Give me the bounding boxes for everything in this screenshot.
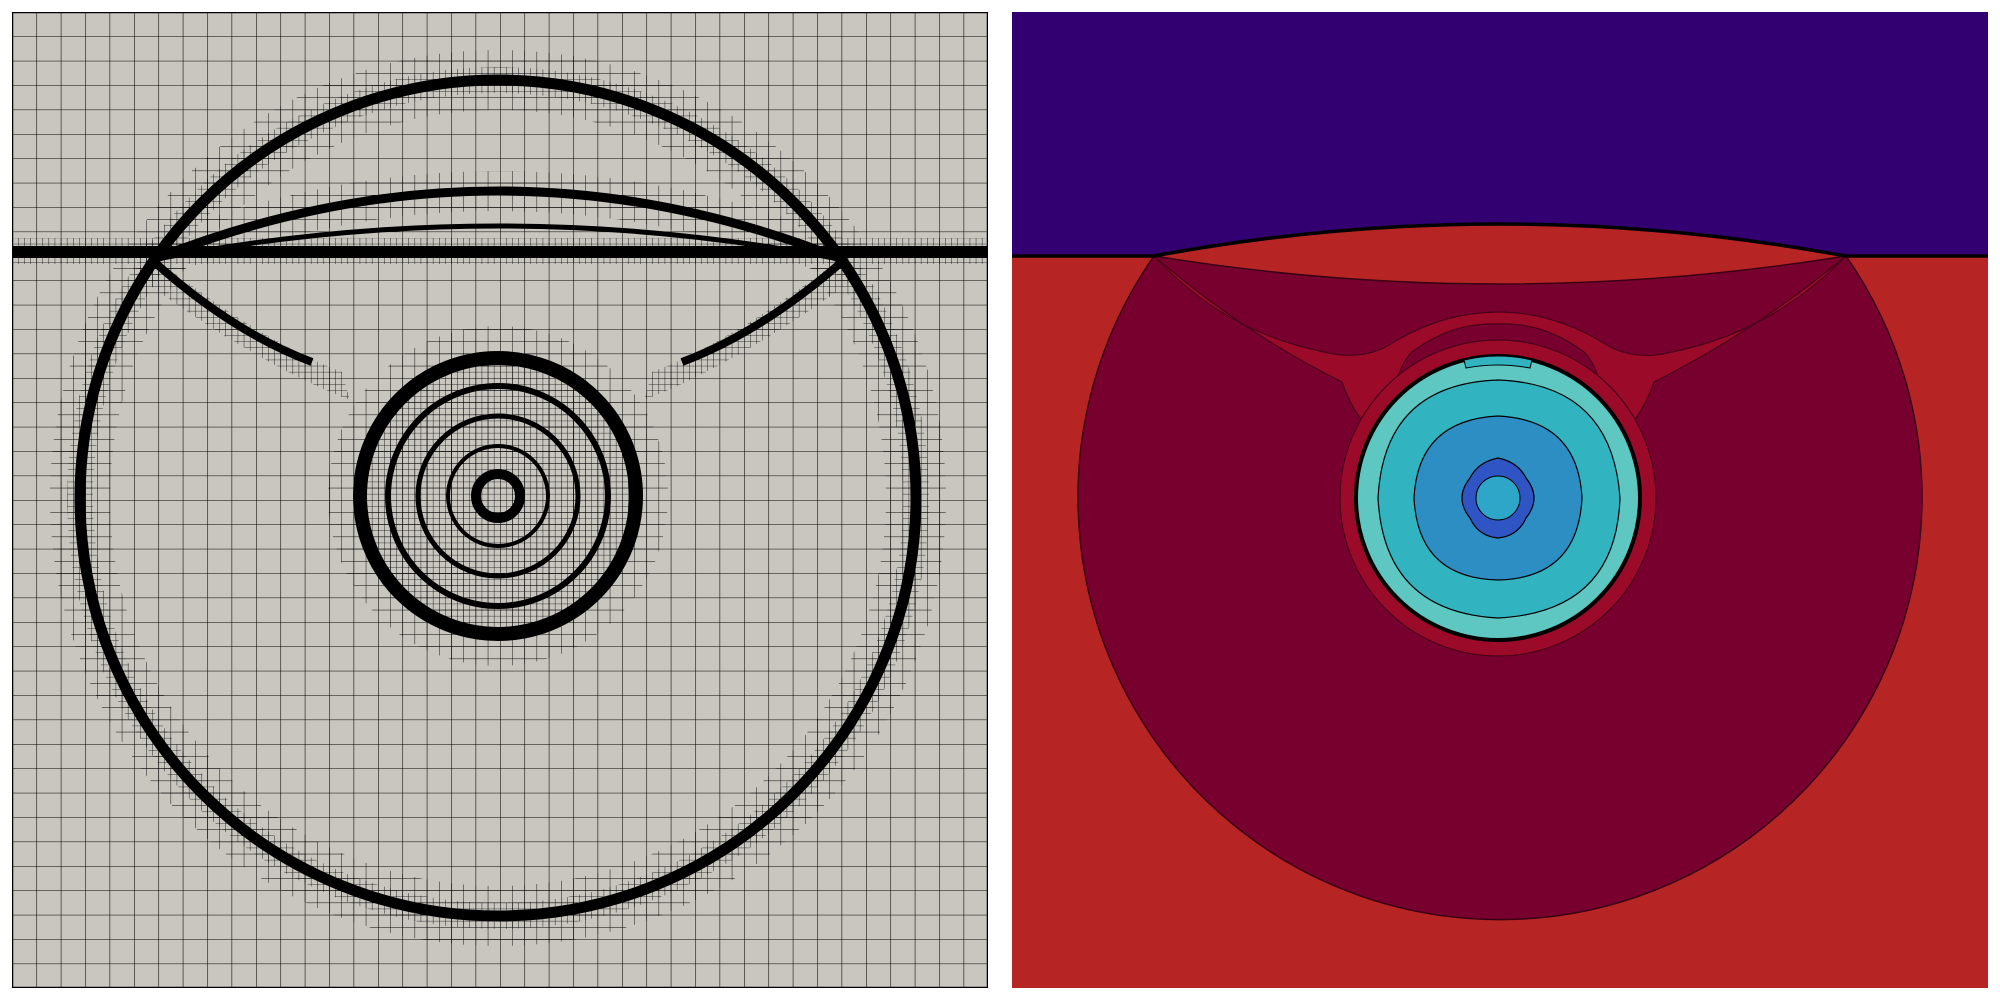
upper-gas-region — [1012, 12, 1988, 256]
bubble-core — [1475, 475, 1521, 521]
adaptive-mesh-panel — [12, 12, 988, 988]
contour-field-canvas — [1012, 12, 1988, 988]
adaptive-mesh-canvas — [12, 12, 988, 988]
contour-field-panel — [1012, 12, 1988, 988]
